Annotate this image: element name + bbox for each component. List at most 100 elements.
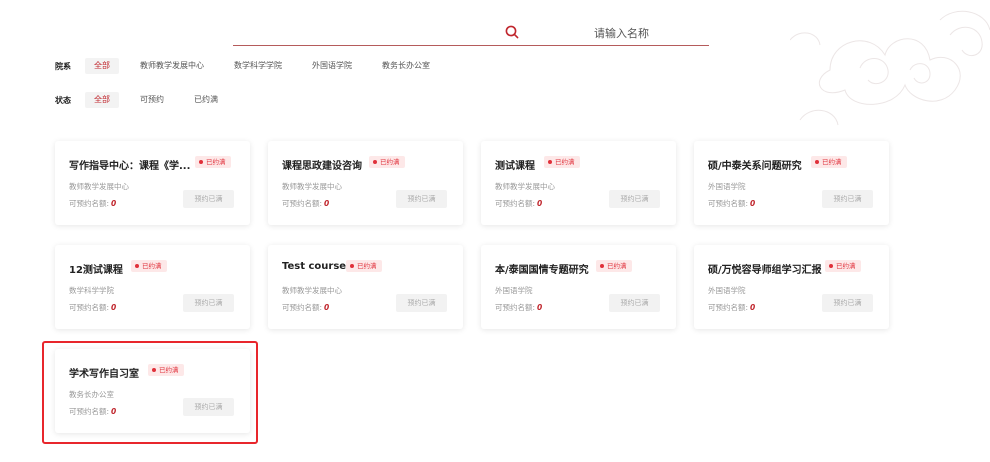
course-quota: 可预约名额: 0 bbox=[69, 198, 116, 209]
status-filter-label: 状态 bbox=[55, 95, 71, 105]
course-card[interactable]: 12测试课程 已约满 数学科学学院 可预约名额: 0 预约已满 bbox=[55, 245, 250, 329]
dot-icon bbox=[600, 264, 604, 268]
course-card[interactable]: 测试课程 已约满 教师教学发展中心 可预约名额: 0 预约已满 bbox=[481, 141, 676, 225]
search-button[interactable] bbox=[500, 20, 524, 44]
status-badge: 已约满 bbox=[825, 260, 861, 272]
course-quota: 可预约名额: 0 bbox=[495, 198, 542, 209]
department-option-all[interactable]: 全部 bbox=[85, 58, 119, 74]
course-title: Test course bbox=[282, 261, 347, 272]
status-filter: 状态 全部 可预约 已约满 bbox=[55, 91, 239, 109]
quota-value: 0 bbox=[324, 199, 330, 208]
quota-label: 可预约名额: bbox=[708, 199, 749, 208]
search-bar bbox=[233, 22, 709, 46]
status-badge: 已约满 bbox=[596, 260, 632, 272]
dot-icon bbox=[135, 264, 139, 268]
quota-label: 可预约名额: bbox=[495, 303, 536, 312]
book-button[interactable]: 预约已满 bbox=[396, 190, 447, 208]
course-quota: 可预约名额: 0 bbox=[69, 302, 116, 313]
status-badge: 已约满 bbox=[811, 156, 847, 168]
dot-icon bbox=[152, 368, 156, 372]
department-filter: 院系 全部 教师教学发展中心 数学科学学院 外国语学院 教务长办公室 bbox=[55, 57, 451, 75]
book-button[interactable]: 预约已满 bbox=[822, 294, 873, 312]
quota-value: 0 bbox=[111, 303, 117, 312]
dot-icon bbox=[199, 160, 203, 164]
status-badge: 已约满 bbox=[195, 156, 231, 168]
quota-value: 0 bbox=[324, 303, 330, 312]
course-title: 学术写作自习室 bbox=[69, 369, 139, 380]
course-card[interactable]: 课程思政建设咨询 已约满 教师教学发展中心 可预约名额: 0 预约已满 bbox=[268, 141, 463, 225]
course-card[interactable]: 本/泰国国情专题研究 已约满 外国语学院 可预约名额: 0 预约已满 bbox=[481, 245, 676, 329]
status-option-available[interactable]: 可预约 bbox=[131, 92, 173, 108]
dot-icon bbox=[373, 160, 377, 164]
course-card[interactable]: 学术写作自习室 已约满 教务长办公室 可预约名额: 0 预约已满 bbox=[55, 349, 250, 433]
course-card[interactable]: 硕/中泰关系问题研究 已约满 外国语学院 可预约名额: 0 预约已满 bbox=[694, 141, 889, 225]
course-title: 课程思政建设咨询 bbox=[282, 161, 362, 172]
status-badge-text: 已约满 bbox=[822, 158, 842, 166]
course-department: 外国语学院 bbox=[708, 182, 746, 191]
course-card[interactable]: 写作指导中心：课程《学... 已约满 教师教学发展中心 可预约名额: 0 预约已满 bbox=[55, 141, 250, 225]
book-button[interactable]: 预约已满 bbox=[822, 190, 873, 208]
status-option-all[interactable]: 全部 bbox=[85, 92, 119, 108]
book-button[interactable]: 预约已满 bbox=[183, 398, 234, 416]
department-option-teaching-center[interactable]: 教师教学发展中心 bbox=[131, 58, 213, 74]
status-badge-text: 已约满 bbox=[380, 158, 400, 166]
cloud-pattern-decoration bbox=[790, 10, 990, 126]
department-option-foreign-lang[interactable]: 外国语学院 bbox=[303, 58, 361, 74]
quota-label: 可预约名额: bbox=[495, 199, 536, 208]
status-badge-text: 已约满 bbox=[555, 158, 575, 166]
course-title: 本/泰国国情专题研究 bbox=[495, 265, 589, 276]
dot-icon bbox=[350, 264, 354, 268]
course-department: 教师教学发展中心 bbox=[495, 182, 555, 191]
department-filter-label: 院系 bbox=[55, 61, 71, 71]
dot-icon bbox=[815, 160, 819, 164]
course-quota: 可预约名额: 0 bbox=[282, 198, 329, 209]
quota-value: 0 bbox=[537, 199, 543, 208]
status-badge-text: 已约满 bbox=[357, 262, 377, 270]
course-quota: 可预约名额: 0 bbox=[69, 406, 116, 417]
course-title: 测试课程 bbox=[495, 161, 535, 172]
course-department: 教务长办公室 bbox=[69, 390, 114, 399]
quota-value: 0 bbox=[537, 303, 543, 312]
quota-label: 可预约名额: bbox=[708, 303, 749, 312]
quota-value: 0 bbox=[750, 199, 756, 208]
course-quota: 可预约名额: 0 bbox=[495, 302, 542, 313]
course-title: 硕/中泰关系问题研究 bbox=[708, 161, 802, 172]
course-title: 12测试课程 bbox=[69, 265, 123, 276]
search-icon bbox=[505, 25, 519, 39]
status-badge: 已约满 bbox=[131, 260, 167, 272]
quota-label: 可预约名额: bbox=[282, 303, 323, 312]
status-badge-text: 已约满 bbox=[159, 366, 179, 374]
dot-icon bbox=[829, 264, 833, 268]
course-quota: 可预约名额: 0 bbox=[282, 302, 329, 313]
department-option-math[interactable]: 数学科学学院 bbox=[225, 58, 291, 74]
course-title: 硕/万悦容导师组学习汇报 bbox=[708, 265, 822, 276]
book-button[interactable]: 预约已满 bbox=[609, 294, 660, 312]
status-badge-text: 已约满 bbox=[142, 262, 162, 270]
status-badge: 已约满 bbox=[148, 364, 184, 376]
status-option-full[interactable]: 已约满 bbox=[185, 92, 227, 108]
book-button[interactable]: 预约已满 bbox=[609, 190, 660, 208]
course-department: 外国语学院 bbox=[495, 286, 533, 295]
status-badge: 已约满 bbox=[369, 156, 405, 168]
book-button[interactable]: 预约已满 bbox=[396, 294, 447, 312]
status-badge: 已约满 bbox=[346, 260, 382, 272]
book-button[interactable]: 预约已满 bbox=[183, 294, 234, 312]
department-option-provost-office[interactable]: 教务长办公室 bbox=[373, 58, 439, 74]
course-department: 教师教学发展中心 bbox=[282, 286, 342, 295]
course-department: 外国语学院 bbox=[708, 286, 746, 295]
course-department: 教师教学发展中心 bbox=[69, 182, 129, 191]
course-card[interactable]: Test course 已约满 教师教学发展中心 可预约名额: 0 预约已满 bbox=[268, 245, 463, 329]
course-quota: 可预约名额: 0 bbox=[708, 198, 755, 209]
search-input[interactable] bbox=[233, 22, 675, 44]
course-card[interactable]: 硕/万悦容导师组学习汇报 已约满 外国语学院 可预约名额: 0 预约已满 bbox=[694, 245, 889, 329]
status-badge-text: 已约满 bbox=[206, 158, 226, 166]
course-department: 数学科学学院 bbox=[69, 286, 114, 295]
quota-label: 可预约名额: bbox=[69, 303, 110, 312]
status-badge-text: 已约满 bbox=[607, 262, 627, 270]
quota-label: 可预约名额: bbox=[282, 199, 323, 208]
book-button[interactable]: 预约已满 bbox=[183, 190, 234, 208]
quota-label: 可预约名额: bbox=[69, 199, 110, 208]
course-quota: 可预约名额: 0 bbox=[708, 302, 755, 313]
quota-value: 0 bbox=[111, 199, 117, 208]
quota-value: 0 bbox=[750, 303, 756, 312]
